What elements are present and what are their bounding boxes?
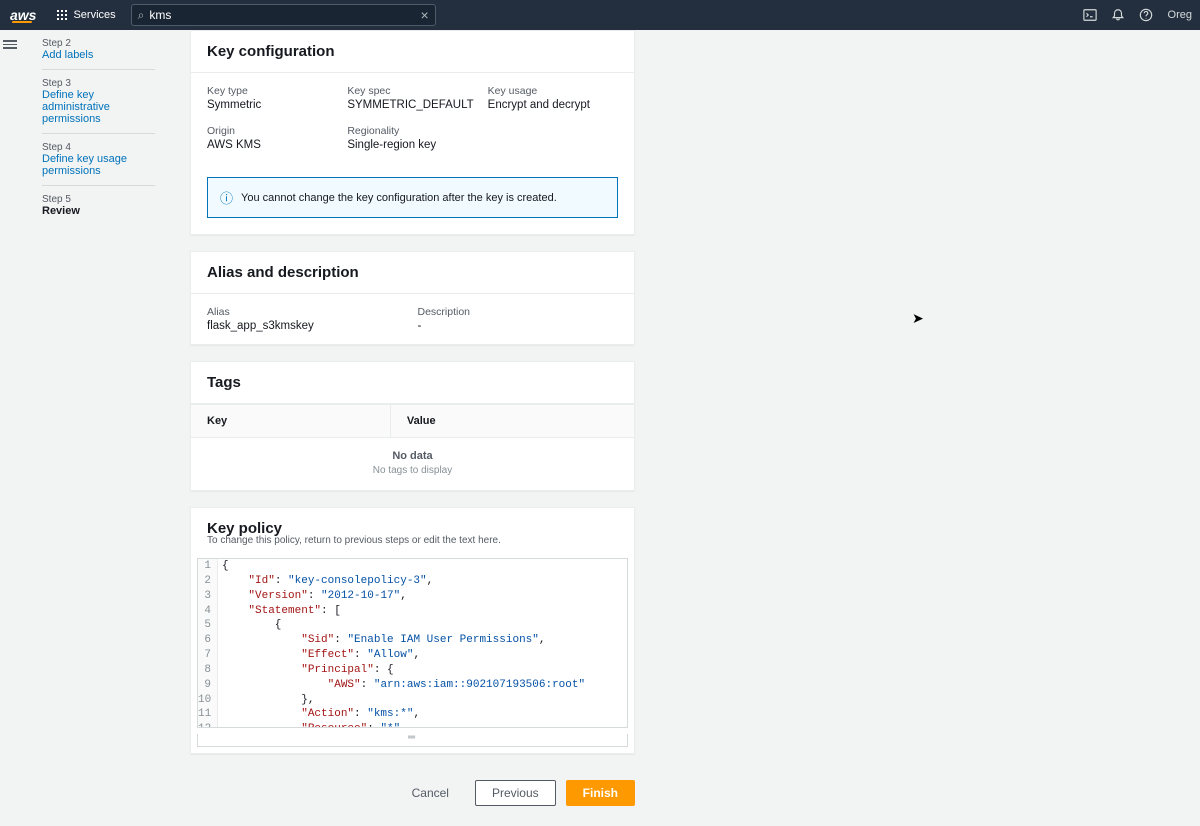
info-icon: ⓘ [220,188,233,207]
key-configuration-header: Key configuration [191,31,634,73]
wizard-steps-sidebar: Step 2 Add labels Step 3 Define key admi… [20,30,155,826]
services-label: Services [73,9,115,21]
alias-description-card: Alias and description Alias flask_app_s3… [190,251,635,345]
wizard-footer-buttons: Cancel Previous Finish [190,770,635,826]
tags-col-value[interactable]: Value [390,405,634,438]
finish-button[interactable]: Finish [566,780,635,806]
region-selector[interactable]: Oreg [1160,9,1200,21]
kv-key-spec: Key spec SYMMETRIC_DEFAULT [347,85,477,111]
policy-subtext: To change this policy, return to previou… [191,535,634,558]
notifications-icon[interactable] [1104,0,1132,30]
search-box[interactable]: ⌕ × [131,4,436,26]
tags-empty-state: No data No tags to display [191,438,634,490]
cloudshell-icon[interactable] [1076,0,1104,30]
aws-logo[interactable]: aws [0,7,46,23]
tags-header: Tags [191,362,634,404]
step-4[interactable]: Step 4 Define key usage permissions [42,142,155,186]
step-5: Step 5 Review [42,194,155,225]
key-configuration-card: Key configuration Key type Symmetric Key… [190,30,635,235]
key-policy-card: Key policy To change this policy, return… [190,507,635,754]
grid-icon [56,9,68,21]
alias-header: Alias and description [191,252,634,294]
step-2[interactable]: Step 2 Add labels [42,38,155,70]
kv-alias: Alias flask_app_s3kmskey [207,306,408,332]
policy-code-editor[interactable]: 1{2 "Id": "key-consolepolicy-3",3 "Versi… [197,558,628,728]
help-icon[interactable] [1132,0,1160,30]
previous-button[interactable]: Previous [475,780,556,806]
info-immutable-config: ⓘ You cannot change the key configuratio… [207,177,618,218]
tags-table: Key Value [191,404,634,438]
hamburger-menu-icon[interactable] [3,38,17,51]
tags-col-key[interactable]: Key [191,405,390,438]
cancel-button[interactable]: Cancel [396,780,465,806]
search-icon: ⌕ [138,8,145,23]
kv-description: Description - [418,306,619,332]
kv-origin: Origin AWS KMS [207,125,337,151]
step-3[interactable]: Step 3 Define key administrative permiss… [42,78,155,134]
editor-resize-handle[interactable]: ═ [197,734,628,747]
kv-key-usage: Key usage Encrypt and decrypt [488,85,618,111]
main-content: Key configuration Key type Symmetric Key… [190,30,635,826]
tags-card: Tags Key Value No data No tags to displa… [190,361,635,491]
search-input[interactable] [149,8,420,22]
services-menu[interactable]: Services [46,9,125,21]
kv-key-type: Key type Symmetric [207,85,337,111]
kv-regionality: Regionality Single-region key [347,125,477,151]
clear-search-icon[interactable]: × [420,7,428,23]
top-navigation-bar: aws Services ⌕ × Oreg [0,0,1200,30]
